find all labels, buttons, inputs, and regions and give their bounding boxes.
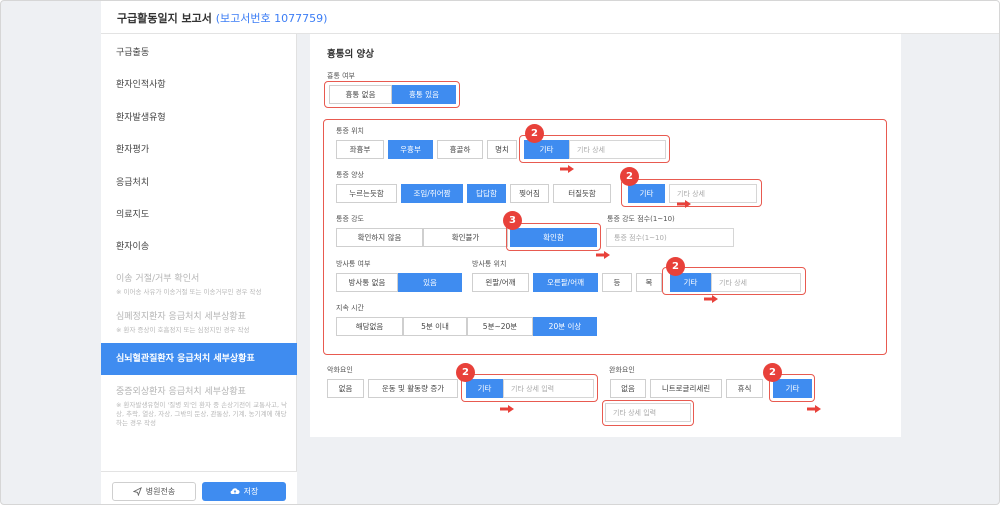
form-panel: 흉통의 양상 흉통 여부 흉통 없음 흉통 있음 통증 위치 좌흉부 우흉부 흉… <box>310 34 901 437</box>
relieving-nitroglycerin-option[interactable]: 니트로글리세린 <box>650 379 722 398</box>
sidebar-item-severe-trauma[interactable]: 중증외상환자 응급처치 세부상황표 ※ 환자발생유형이 '질병 외'인 환자 중… <box>101 384 297 427</box>
intensity-checked-option[interactable]: 확인함 <box>510 228 597 247</box>
annotation-arrow-icon <box>560 165 574 173</box>
relieving-other-option[interactable]: 기타 <box>773 379 812 398</box>
aggravating-label: 악화요인 <box>327 366 353 374</box>
pain-score-label: 통증 강도 점수(1~10) <box>607 215 675 223</box>
header: 구급활동일지 보고서 (보고서번호 1077759) <box>101 1 999 34</box>
radiation-yes-option[interactable]: 있음 <box>398 273 462 292</box>
sidebar: 구급출동 환자인적사항 환자발생유형 환자평가 응급처치 의료지도 환자이송 이… <box>101 34 297 504</box>
sidebar-item-first-aid[interactable]: 응급처치 <box>101 175 297 188</box>
pattern-bursting-option[interactable]: 터질듯함 <box>553 184 611 203</box>
cloud-upload-icon <box>230 488 240 495</box>
save-button[interactable]: 저장 <box>202 482 286 501</box>
sidebar-item-dispatch[interactable]: 구급출동 <box>101 45 297 58</box>
radiation-back-option[interactable]: 등 <box>602 273 632 292</box>
duration-over20-option[interactable]: 20분 이상 <box>533 317 597 336</box>
relieving-other-input[interactable]: 기타 상세 입력 <box>605 403 691 422</box>
pain-location-label: 통증 위치 <box>336 127 364 135</box>
report-number: (보고서번호 1077759) <box>215 12 328 25</box>
relieving-none-option[interactable]: 없음 <box>610 379 646 398</box>
location-other-input[interactable]: 기타 상세 <box>569 140 666 159</box>
sidebar-item-medical-direction[interactable]: 의료지도 <box>101 207 297 220</box>
location-right-chest-option[interactable]: 우흉부 <box>388 140 433 159</box>
section-title: 흉통의 양상 <box>327 49 375 60</box>
radiation-other-input[interactable]: 기타 상세 <box>711 273 801 292</box>
page-title: 구급활동일지 보고서 (보고서번호 1077759) <box>117 10 327 26</box>
duration-na-option[interactable]: 해당없음 <box>336 317 403 336</box>
location-substernal-option[interactable]: 흉골하 <box>437 140 483 159</box>
location-left-chest-option[interactable]: 좌흉부 <box>336 140 384 159</box>
pain-score-input[interactable]: 통증 점수(1~10) <box>606 228 734 247</box>
sidebar-item-assessment[interactable]: 환자평가 <box>101 142 297 155</box>
intensity-not-checked-option[interactable]: 확인하지 않음 <box>336 228 423 247</box>
send-icon <box>132 487 142 496</box>
aggravating-none-option[interactable]: 없음 <box>327 379 364 398</box>
radiation-location-label: 방사통 위치 <box>472 260 507 268</box>
duration-label: 지속 시간 <box>336 304 364 312</box>
intensity-unable-option[interactable]: 확인불가 <box>423 228 508 247</box>
pattern-pressing-option[interactable]: 누르는듯함 <box>336 184 397 203</box>
annotation-badge: 2 <box>456 363 475 382</box>
pattern-squeezing-option[interactable]: 조임/쥐어짬 <box>401 184 463 203</box>
annotation-arrow-icon <box>677 200 691 208</box>
sidebar-item-patient-info[interactable]: 환자인적사항 <box>101 77 297 90</box>
sidebar-item-occurrence-type[interactable]: 환자발생유형 <box>101 110 297 123</box>
annotation-arrow-icon <box>500 405 514 413</box>
annotation-badge: 2 <box>763 363 782 382</box>
radiation-left-arm-option[interactable]: 왼팔/어깨 <box>472 273 529 292</box>
pain-intensity-label: 통증 강도 <box>336 215 364 223</box>
sidebar-item-transport[interactable]: 환자이송 <box>101 239 297 252</box>
radiation-neck-option[interactable]: 목 <box>636 273 662 292</box>
location-epigastric-option[interactable]: 명치 <box>487 140 517 159</box>
annotation-arrow-icon <box>807 405 821 413</box>
chest-pain-none-option[interactable]: 흉통 없음 <box>329 85 392 104</box>
annotation-badge: 2 <box>525 124 544 143</box>
chest-pain-yes-option[interactable]: 흉통 있음 <box>392 85 456 104</box>
annotation-badge: 2 <box>666 257 685 276</box>
pattern-stuffy-option[interactable]: 답답함 <box>467 184 506 203</box>
aggravating-other-option[interactable]: 기타 <box>466 379 503 398</box>
relieving-label: 완화요인 <box>609 366 635 374</box>
chest-pain-label: 흉통 여부 <box>327 72 355 80</box>
annotation-arrow-icon <box>596 251 610 259</box>
annotation-arrow-icon <box>704 295 718 303</box>
pain-pattern-label: 통증 양상 <box>336 171 364 179</box>
app-window: 구급활동일지 보고서 (보고서번호 1077759) 구급출동 환자인적사항 환… <box>0 0 1000 505</box>
duration-5to20-option[interactable]: 5분~20분 <box>467 317 533 336</box>
radiation-none-option[interactable]: 방사통 없음 <box>336 273 398 292</box>
pattern-tearing-option[interactable]: 찢어짐 <box>510 184 549 203</box>
sidebar-item-refusal[interactable]: 이송 거절/거부 확인서 ※ 이어송 사유가 이송거절 또는 이송거부인 경우 … <box>101 271 297 297</box>
sidebar-footer: 병원전송 저장 <box>101 471 297 504</box>
report-title: 구급활동일지 보고서 <box>117 12 212 25</box>
send-to-hospital-button[interactable]: 병원전송 <box>112 482 196 501</box>
aggravating-other-input[interactable]: 기타 상세 입력 <box>503 379 594 398</box>
location-other-option[interactable]: 기타 <box>524 140 569 159</box>
relieving-rest-option[interactable]: 휴식 <box>726 379 763 398</box>
pattern-other-option[interactable]: 기타 <box>628 184 665 203</box>
radiation-right-arm-option[interactable]: 오른팔/어깨 <box>533 273 598 292</box>
annotation-badge: 2 <box>620 167 639 186</box>
duration-under5-option[interactable]: 5분 이내 <box>403 317 467 336</box>
aggravating-exercise-option[interactable]: 운동 및 활동량 증가 <box>368 379 458 398</box>
annotation-badge: 3 <box>503 211 522 230</box>
sidebar-item-cardiac-arrest[interactable]: 심폐정지환자 응급처치 세부상황표 ※ 환자 증상이 호흡정지 또는 심정지인 … <box>101 309 297 335</box>
sidebar-item-cardio-cerebro[interactable]: 심뇌혈관질환자 응급처치 세부상황표 <box>101 343 297 375</box>
radiation-label: 방사통 여부 <box>336 260 371 268</box>
